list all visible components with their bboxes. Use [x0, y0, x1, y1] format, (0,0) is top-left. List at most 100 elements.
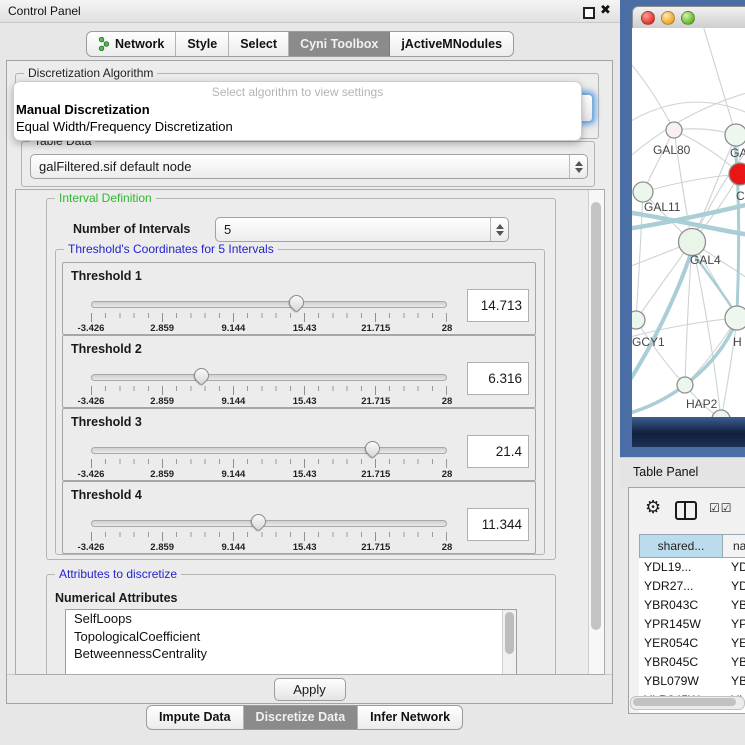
slider-thumb[interactable] — [248, 511, 269, 532]
slider-tick-labels: -3.426 2.859 9.144 15.43 21.715 28 — [91, 469, 447, 481]
slider-tick-labels: -3.426 2.859 9.144 15.43 21.715 28 — [91, 323, 447, 335]
list-item[interactable]: TopologicalCoefficient — [66, 628, 516, 646]
node-right-mid[interactable] — [725, 306, 745, 330]
threshold-2-slider: -3.426 2.859 9.144 15.43 21.715 28 — [91, 374, 447, 408]
slider-track[interactable] — [91, 520, 447, 527]
table-row[interactable]: YER054CYER0 — [639, 634, 745, 653]
table-row[interactable]: YBR043CYBR0 — [639, 596, 745, 615]
cell-name[interactable]: YBR0 — [727, 653, 745, 672]
cell-shared-name[interactable]: YER054C — [639, 634, 727, 653]
threshold-4-value-field[interactable]: 11.344 — [467, 508, 529, 541]
tick-label: -3.426 — [78, 323, 105, 334]
cell-shared-name[interactable]: YDR27... — [639, 577, 727, 596]
label-h-partial: H — [733, 335, 742, 349]
column-header-name[interactable]: na — [723, 535, 745, 557]
table-data-combobox[interactable]: galFiltered.sif default node — [30, 154, 588, 179]
algorithm-group-legend: Discretization Algorithm — [24, 66, 157, 80]
node-gcy1[interactable] — [632, 311, 645, 329]
horizontal-scrollbar[interactable] — [630, 696, 745, 710]
zoom-traffic-light-icon[interactable] — [681, 11, 695, 25]
tab-discretize-data[interactable]: Discretize Data — [244, 706, 359, 729]
node-gal11[interactable] — [633, 182, 653, 202]
tick-label: 28 — [442, 396, 453, 407]
close-icon[interactable]: ✖ — [600, 2, 611, 18]
tab-style[interactable]: Style — [176, 32, 229, 56]
float-window-icon[interactable] — [583, 7, 595, 19]
tab-network[interactable]: Network — [87, 32, 176, 56]
tick-label: -3.426 — [78, 396, 105, 407]
cell-name[interactable]: YDL1 — [727, 558, 745, 577]
tick-label: 9.144 — [222, 323, 246, 334]
number-of-intervals-combobox[interactable]: 5 — [215, 217, 509, 242]
threshold-2-value-field[interactable]: 6.316 — [467, 362, 529, 395]
table-row[interactable]: YBR045CYBR0 — [639, 653, 745, 672]
table-row[interactable]: YPR145WYPR1 — [639, 615, 745, 634]
list-scrollbar[interactable] — [502, 610, 516, 675]
numerical-attributes-list[interactable]: SelfLoops TopologicalCoefficient Between… — [65, 609, 517, 675]
checkbox-icons[interactable]: ☑☑ — [709, 501, 733, 515]
label-ga-partial: GA — [730, 146, 745, 160]
cell-name[interactable]: YBL0 — [727, 672, 745, 691]
slider-track[interactable] — [91, 374, 447, 381]
tab-infer-network[interactable]: Infer Network — [358, 706, 462, 729]
apply-button[interactable]: Apply — [274, 678, 346, 701]
node-bottom-partial[interactable] — [712, 410, 730, 417]
network-nodes[interactable] — [632, 122, 745, 417]
list-item[interactable]: SelfLoops — [66, 610, 516, 628]
node-red-selected[interactable] — [729, 163, 745, 185]
cell-name[interactable]: YER0 — [727, 634, 745, 653]
cell-shared-name[interactable]: YBR043C — [639, 596, 727, 615]
slider-ticks — [91, 313, 447, 322]
tick-label: 28 — [442, 542, 453, 553]
tab-jactivemnodules[interactable]: jActiveMNodules — [390, 32, 513, 56]
gear-icon[interactable]: ⚙ — [645, 497, 661, 518]
table-row[interactable]: YDR27...YDR2 — [639, 577, 745, 596]
algorithm-option-equal-width[interactable]: Equal Width/Frequency Discretization — [16, 119, 233, 134]
cell-name[interactable]: YDR2 — [727, 577, 745, 596]
node-hap2[interactable] — [677, 377, 693, 393]
network-window-titlebar[interactable] — [632, 6, 745, 30]
tab-cyni-toolbox[interactable]: Cyni Toolbox — [289, 32, 390, 56]
tab-cyni-toolbox-label: Cyni Toolbox — [300, 37, 378, 51]
algorithm-option-manual[interactable]: Manual Discretization — [16, 102, 150, 117]
node-top-right[interactable] — [725, 124, 745, 146]
tab-jactivemnodules-label: jActiveMNodules — [401, 37, 502, 51]
cell-name[interactable]: YBR0 — [727, 596, 745, 615]
algorithm-dropdown-popup: Select algorithm to view settings Manual… — [13, 81, 582, 141]
scrollbar-thumb[interactable] — [591, 202, 601, 630]
slider-thumb[interactable] — [362, 438, 383, 459]
cell-shared-name[interactable]: YBR045C — [639, 653, 727, 672]
tick-label: 9.144 — [222, 469, 246, 480]
slider-track[interactable] — [91, 301, 447, 308]
cell-shared-name[interactable]: YIL052C — [639, 710, 727, 714]
interval-definition-legend: Interval Definition — [55, 191, 156, 205]
split-columns-icon[interactable] — [675, 501, 697, 520]
algorithm-hint: Select algorithm to view settings — [14, 85, 581, 99]
network-canvas[interactable]: GAL80 GA C GAL11 GAL4 GCY1 H HAP2 — [632, 28, 745, 417]
cell-name[interactable]: YPR1 — [727, 615, 745, 634]
node-gal4[interactable] — [679, 229, 706, 256]
tab-impute-data[interactable]: Impute Data — [147, 706, 244, 729]
slider-thumb[interactable] — [286, 292, 307, 313]
minimize-traffic-light-icon[interactable] — [661, 11, 675, 25]
threshold-3-value-field[interactable]: 21.4 — [467, 435, 529, 468]
threshold-1-label: Threshold 1 — [71, 269, 142, 283]
node-gal80[interactable] — [666, 122, 682, 138]
column-header-shared-name[interactable]: shared... — [640, 535, 723, 557]
table-row[interactable]: YIL052CYIL0 — [639, 710, 745, 714]
tab-select[interactable]: Select — [229, 32, 289, 56]
slider-thumb[interactable] — [191, 365, 212, 386]
table-row[interactable]: YDL19...YDL1 — [639, 558, 745, 577]
table-row[interactable]: YBL079WYBL0 — [639, 672, 745, 691]
close-traffic-light-icon[interactable] — [641, 11, 655, 25]
threshold-1-value-field[interactable]: 14.713 — [467, 289, 529, 322]
cell-shared-name[interactable]: YBL079W — [639, 672, 727, 691]
slider-track[interactable] — [91, 447, 447, 454]
slider-ticks — [91, 386, 447, 395]
scrollbar-thumb[interactable] — [633, 698, 736, 706]
cell-shared-name[interactable]: YPR145W — [639, 615, 727, 634]
cell-shared-name[interactable]: YDL19... — [639, 558, 727, 577]
vertical-scrollbar[interactable] — [588, 190, 604, 674]
cell-name[interactable]: YIL0 — [727, 710, 745, 714]
list-item[interactable]: BetweennessCentrality — [66, 645, 516, 663]
